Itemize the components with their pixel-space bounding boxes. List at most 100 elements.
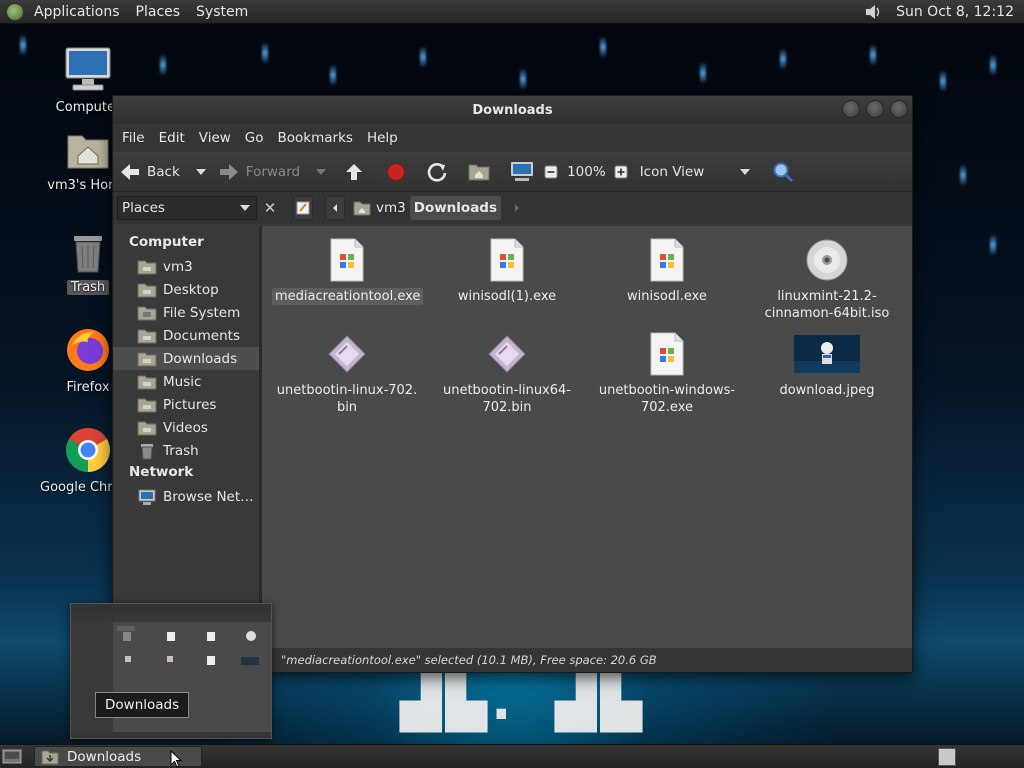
zoom-in-icon bbox=[614, 165, 628, 178]
file-item[interactable]: mediacreationtool.exe bbox=[272, 236, 424, 305]
forward-history-dropdown[interactable] bbox=[316, 168, 327, 175]
stop-button[interactable] bbox=[386, 156, 406, 188]
exe-file-icon bbox=[650, 332, 684, 376]
zoom-in-button[interactable] bbox=[614, 156, 628, 188]
sidebar-item-pictures[interactable]: Pictures bbox=[113, 393, 259, 416]
sidebar-item-desktop[interactable]: Desktop bbox=[113, 278, 259, 301]
binary-file-icon bbox=[328, 335, 366, 373]
view-mode-dropdown[interactable] bbox=[740, 168, 751, 175]
close-sidebar-button[interactable]: ✕ bbox=[261, 199, 279, 217]
workspace-switcher[interactable] bbox=[938, 748, 956, 766]
back-label: Back bbox=[147, 163, 180, 180]
view-mode-select[interactable]: Icon View bbox=[640, 156, 705, 188]
window-titlebar[interactable]: Downloads bbox=[113, 96, 912, 124]
show-desktop-icon[interactable] bbox=[2, 748, 22, 765]
window-title: Downloads bbox=[472, 102, 553, 118]
close-button[interactable] bbox=[890, 100, 908, 118]
computer-button[interactable] bbox=[510, 156, 534, 188]
sidebar-item-label: File System bbox=[163, 304, 241, 321]
downloads-folder-icon bbox=[137, 352, 157, 366]
search-icon bbox=[773, 162, 794, 182]
file-view[interactable]: mediacreationtool.exe winisodl(1).exe wini… bbox=[262, 226, 912, 650]
chevron-right-icon[interactable] bbox=[511, 202, 523, 214]
computer-icon bbox=[511, 161, 534, 181]
file-item[interactable]: winisodl.exe bbox=[592, 236, 742, 305]
forward-label: Forward bbox=[245, 163, 301, 180]
sidebar-item-trash[interactable]: Trash bbox=[113, 439, 259, 462]
back-history-dropdown[interactable] bbox=[195, 168, 206, 175]
preview-tooltip: Downloads bbox=[95, 692, 190, 718]
bottom-panel: Downloads bbox=[0, 744, 1024, 768]
zoom-out-button[interactable] bbox=[544, 156, 558, 188]
applications-menu[interactable]: Applications bbox=[26, 4, 128, 20]
file-item[interactable]: unetbootin-linux-702. bin bbox=[272, 330, 422, 416]
forward-arrow-icon bbox=[219, 163, 238, 180]
search-button[interactable] bbox=[772, 156, 794, 188]
sidebar-item-label: Trash bbox=[163, 442, 199, 459]
distro-logo-icon[interactable] bbox=[6, 2, 24, 21]
file-item[interactable]: download.jpeg bbox=[752, 330, 902, 399]
crumb-downloads[interactable]: Downloads bbox=[409, 196, 502, 220]
file-item[interactable]: unetbootin-linux64- 702.bin bbox=[432, 330, 582, 416]
home-folder-icon bbox=[67, 135, 109, 169]
home-button[interactable] bbox=[468, 156, 490, 188]
sidebar-item-label: Pictures bbox=[163, 396, 217, 413]
sidebar-item-music[interactable]: Music bbox=[113, 370, 259, 393]
reload-button[interactable] bbox=[426, 156, 448, 188]
volume-icon[interactable] bbox=[864, 3, 882, 21]
menu-bookmarks[interactable]: Bookmarks bbox=[271, 130, 360, 146]
zoom-level: 100% bbox=[567, 163, 606, 180]
chevron-left-icon bbox=[333, 204, 337, 212]
menu-go[interactable]: Go bbox=[238, 130, 271, 146]
sidebar-item-file-system[interactable]: File System bbox=[113, 301, 259, 324]
exe-file-icon bbox=[330, 238, 364, 282]
wallpaper-glyph-left: ▟▙. bbox=[400, 669, 516, 732]
music-folder-icon bbox=[137, 375, 157, 389]
sidebar-item-label: vm3 bbox=[163, 258, 193, 275]
menubar: File Edit View Go Bookmarks Help bbox=[113, 124, 912, 152]
chevron-down-icon bbox=[240, 205, 250, 211]
sidebar-item-downloads[interactable]: Downloads bbox=[113, 347, 259, 370]
back-arrow-icon bbox=[121, 163, 139, 180]
sidebar-item-browse-net[interactable]: Browse Net… bbox=[113, 485, 259, 508]
menu-help[interactable]: Help bbox=[360, 130, 405, 146]
reload-icon bbox=[427, 162, 447, 182]
menu-file[interactable]: File bbox=[115, 130, 152, 146]
trash-icon bbox=[74, 236, 102, 273]
sidebar-heading-computer: Computer bbox=[129, 234, 204, 250]
minimize-button[interactable] bbox=[842, 100, 860, 118]
window-preview-thumbnail[interactable] bbox=[70, 603, 272, 739]
system-menu[interactable]: System bbox=[188, 4, 256, 20]
exe-file-icon bbox=[490, 238, 524, 282]
crumb-vm3[interactable]: vm3 bbox=[349, 196, 410, 220]
sidebar-item-videos[interactable]: Videos bbox=[113, 416, 259, 439]
crumbs-scroll-left-button[interactable] bbox=[325, 196, 345, 220]
home-folder-icon bbox=[468, 164, 490, 180]
sidebar-item-documents[interactable]: Documents bbox=[113, 324, 259, 347]
menu-view[interactable]: View bbox=[192, 130, 238, 146]
desktop-icon-label: Trash bbox=[66, 280, 110, 295]
menu-edit[interactable]: Edit bbox=[152, 130, 192, 146]
file-item[interactable]: winisodl(1).exe bbox=[432, 236, 582, 305]
crumb-label: vm3 bbox=[376, 200, 406, 216]
back-button[interactable]: Back bbox=[119, 156, 180, 188]
file-item[interactable]: linuxmint-21.2- cinnamon-64bit.iso bbox=[752, 236, 902, 322]
file-name-line: bin bbox=[336, 400, 358, 415]
sidebar-item-vm3[interactable]: vm3 bbox=[113, 255, 259, 278]
forward-button[interactable]: Forward bbox=[218, 156, 300, 188]
file-name: linuxmint-21.2- cinnamon-64bit.iso bbox=[762, 288, 893, 322]
file-name: unetbootin-linux-702. bin bbox=[274, 382, 420, 416]
file-name: mediacreationtool.exe bbox=[272, 288, 424, 305]
network-icon bbox=[138, 489, 156, 505]
clock[interactable]: Sun Oct 8, 12:12 bbox=[888, 4, 1024, 20]
file-name-line: unetbootin-windows- bbox=[598, 383, 736, 398]
maximize-button[interactable] bbox=[866, 100, 884, 118]
file-item[interactable]: unetbootin-windows- 702.exe bbox=[592, 330, 742, 416]
documents-folder-icon bbox=[137, 329, 157, 343]
places-menu[interactable]: Places bbox=[128, 4, 189, 20]
sidebar-type-select[interactable]: Places bbox=[117, 196, 257, 220]
up-button[interactable] bbox=[344, 156, 364, 188]
file-name: unetbootin-linux64- 702.bin bbox=[440, 382, 574, 416]
sidebar: Computer vm3 Desktop File System Documents D… bbox=[113, 226, 262, 650]
toggle-location-entry-button[interactable] bbox=[293, 196, 313, 220]
